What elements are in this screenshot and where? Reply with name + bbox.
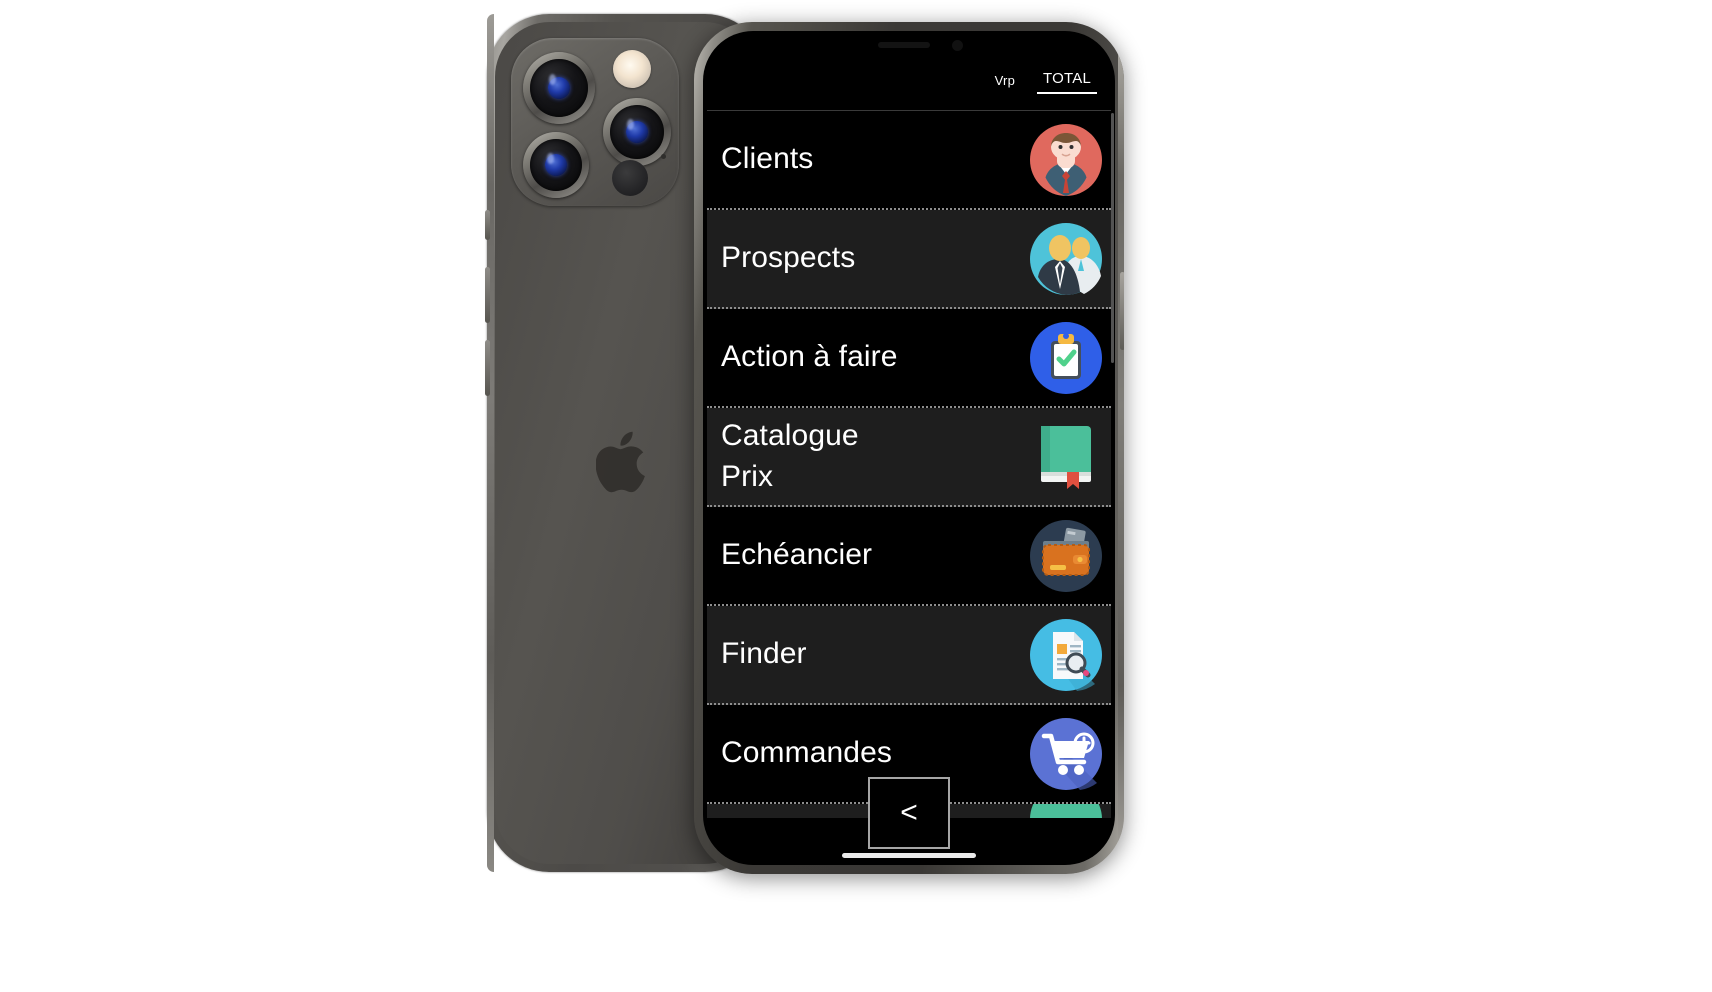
chevron-left-icon: < [900,796,918,829]
front-camera-icon [952,40,963,51]
green-book-icon [1029,420,1103,494]
menu-item-catalogue-prix[interactable]: Catalogue Prix [707,408,1111,507]
businessman-avatar-icon [1029,123,1103,197]
teal-circle-icon [1029,804,1103,818]
screenshot-stage: Vrp TOTAL Clients Prospects Action à fai… [0,0,1712,992]
app-header: Vrp TOTAL [703,61,1115,103]
document-search-icon [1029,618,1103,692]
microphone-icon [661,154,666,159]
menu-item-label: Catalogue Prix [721,419,859,493]
menu-item-action-a-faire[interactable]: Action à faire [707,309,1111,408]
cart-plus-icon [1029,717,1103,791]
menu-item-prospects[interactable]: Prospects [707,210,1111,309]
menu-item-finder[interactable]: Finder [707,606,1111,705]
menu-item-label: Commandes [721,736,892,770]
tab-vrp[interactable]: Vrp [995,73,1015,92]
menu-item-label: Finder [721,637,807,671]
wallet-card-icon [1029,519,1103,593]
menu-item-label: Action à faire [721,340,898,374]
lidar-sensor-icon [612,160,648,196]
left-side-rail [487,14,494,872]
display-notch [825,31,993,61]
earpiece-speaker-icon [878,42,930,48]
list-scrollbar[interactable] [1111,113,1114,363]
main-menu-list[interactable]: Clients Prospects Action à faire Catalog… [707,110,1111,818]
right-side-rail [1118,22,1124,874]
phone-screen: Vrp TOTAL Clients Prospects Action à fai… [703,31,1115,865]
camera-flash-icon [613,50,651,88]
apple-logo-icon [596,431,645,493]
menu-item-label: Prospects [721,241,856,275]
menu-item-label: Clients [721,142,814,176]
volume-down-button[interactable] [485,340,490,396]
menu-item-clients[interactable]: Clients [707,111,1111,210]
clipboard-check-icon [1029,321,1103,395]
menu-item-label: Echéancier [721,538,873,572]
two-businessmen-icon [1029,222,1103,296]
menu-item-echeancier[interactable]: Echéancier [707,507,1111,606]
wide-camera-lens-icon [523,52,595,124]
ultrawide-camera-lens-icon [523,132,589,198]
iphone-front-device: Vrp TOTAL Clients Prospects Action à fai… [694,22,1124,874]
volume-up-button[interactable] [485,267,490,323]
camera-module [511,38,679,206]
back-button[interactable]: < [868,777,950,849]
power-button[interactable] [1120,272,1124,350]
home-indicator[interactable] [842,853,976,858]
tab-total[interactable]: TOTAL [1037,70,1097,94]
mute-switch[interactable] [485,210,490,240]
